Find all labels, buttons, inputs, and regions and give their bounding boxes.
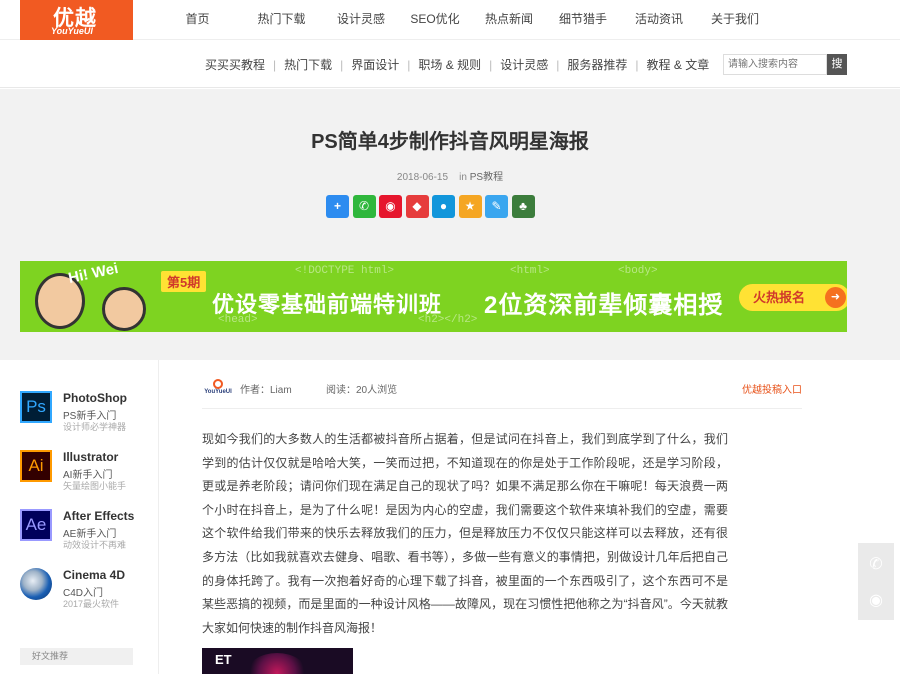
article-meta: 2018-06-15 in PS教程 — [0, 168, 900, 183]
floating-share-bar: ✆ ◉ — [858, 543, 894, 620]
site-logo[interactable]: 优越 YouYueUI — [20, 0, 133, 40]
article-body: 现如今我们的大多数人的生活都被抖音所占据着，但是试问在抖音上，我们到底学到了什么… — [202, 432, 728, 635]
code-tag: <html> — [510, 265, 550, 277]
search-input[interactable] — [723, 54, 827, 75]
category-nav: 买买买教程 | 热门下载 | 界面设计 | 职场 & 规则 | 设计灵感 | 服务器推荐 |… — [200, 56, 709, 73]
top-navbar: 优越 YouYueUI 首页 热门下载 设计灵感 SEO优化 热点新闻 细节猎手… — [0, 0, 900, 40]
search-button[interactable]: 搜 — [827, 54, 847, 75]
author-avatar: YouYueUI — [204, 377, 232, 399]
article-info-row: YouYueUI 作者：Liam 阅读：20人浏览 优越投稿入口 — [202, 376, 802, 409]
banner-period-badge: 第5期 — [161, 271, 207, 292]
evernote-icon[interactable]: ♣ — [511, 195, 535, 218]
app-desc: 动效设计不再难 — [63, 540, 127, 550]
nav-events[interactable]: 活动资讯 — [626, 0, 692, 40]
nav-about[interactable]: 关于我们 — [702, 0, 768, 40]
app-name: After Effects — [63, 509, 135, 523]
nav-hot-news[interactable]: 热点新闻 — [476, 0, 542, 40]
divider: | — [489, 57, 493, 72]
wechat-icon[interactable]: ✆ — [352, 195, 376, 218]
sidebar-item-photoshop[interactable]: Ps PhotoShop PS新手入门 设计师必学神器 — [20, 391, 155, 432]
subnav-design-inspiration[interactable]: 设计灵感 — [500, 56, 548, 73]
sidebar-item-after-effects[interactable]: Ae After Effects AE新手入门 动效设计不再难 — [20, 509, 155, 550]
category-prefix: in — [459, 172, 467, 183]
banner-cta-button[interactable]: 火热报名 ➜ — [739, 284, 847, 311]
sidebar-item-illustrator[interactable]: Ai Illustrator AI新手入门 矢量绘图小能手 — [20, 450, 155, 491]
nav-design-inspiration[interactable]: 设计灵感 — [328, 0, 394, 40]
nav-hot-download[interactable]: 热门下载 — [243, 0, 320, 40]
avatar-ring — [213, 379, 223, 389]
weibo-icon[interactable]: ◉ — [379, 195, 402, 218]
subnav-ui-design[interactable]: 界面设计 — [351, 56, 399, 73]
app-name: Illustrator — [63, 450, 119, 464]
avatar-label: YouYueUI — [204, 389, 232, 395]
app-desc: 2017最火软件 — [63, 599, 120, 609]
pencil-icon[interactable]: ✎ — [485, 195, 508, 218]
sub-navbar: 买买买教程 | 热门下载 | 界面设计 | 职场 & 规则 | 设计灵感 | 服务器推荐 |… — [0, 41, 900, 88]
banner-tagline: 2位资深前辈倾囊相授 — [484, 292, 724, 319]
cartoon-man-illustration — [102, 287, 146, 331]
poster-glow — [247, 653, 307, 674]
page-title: PS简单4步制作抖音风明星海报 — [311, 131, 589, 153]
photoshop-icon: Ps — [20, 391, 52, 423]
qq-icon[interactable]: ● — [432, 195, 455, 218]
divider: | — [407, 57, 411, 72]
subnav-tutorials-articles[interactable]: 教程 & 文章 — [647, 56, 710, 73]
divider: | — [340, 57, 344, 72]
logo-text-en: YouYueUI — [51, 26, 93, 36]
code-tag: <body> — [618, 265, 658, 277]
after-effects-icon: Ae — [20, 509, 52, 541]
subnav-hot-download[interactable]: 热门下载 — [284, 56, 332, 73]
subnav-workplace-rules[interactable]: 职场 & 规则 — [418, 56, 481, 73]
divider: | — [273, 57, 277, 72]
app-name: PhotoShop — [63, 391, 127, 405]
nav-seo[interactable]: SEO优化 — [402, 0, 468, 40]
qzone-icon[interactable]: ★ — [458, 195, 482, 218]
divider: | — [635, 57, 639, 72]
divider: | — [556, 57, 560, 72]
arrow-right-icon: ➜ — [825, 287, 846, 308]
code-tag: <!DOCTYPE html> — [295, 265, 395, 277]
wechat-icon[interactable]: ✆ — [858, 547, 894, 583]
banner-greeting: Hi! Wei — [66, 261, 120, 288]
nav-home[interactable]: 首页 — [170, 0, 225, 40]
article-category-link[interactable]: PS教程 — [470, 172, 503, 183]
share-bar: + ✆ ◉ ◆ ● ★ ✎ ♣ — [326, 195, 538, 218]
app-name: Cinema 4D — [63, 568, 126, 582]
article-author: 作者：Liam — [240, 385, 292, 396]
poster-text: ET — [215, 652, 232, 667]
article-date: 2018-06-15 — [396, 172, 449, 183]
article-image: ET — [202, 648, 353, 674]
more-share-icon[interactable]: + — [326, 195, 349, 218]
article-read-count: 阅读：20人浏览 — [326, 385, 398, 396]
netease-icon[interactable]: ◆ — [405, 195, 429, 218]
course-ad-banner[interactable]: <!DOCTYPE html> <html> <body> <head> <h2… — [20, 261, 847, 332]
app-desc: 矢量绘图小能手 — [63, 481, 127, 491]
nav-detail-hunter[interactable]: 细节猎手 — [550, 0, 616, 40]
subnav-buy-tutorials[interactable]: 买买买教程 — [205, 56, 265, 73]
search-box: 搜 — [723, 54, 847, 75]
weibo-icon[interactable]: ◉ — [858, 583, 894, 619]
submit-article-link[interactable]: 优越投稿入口 — [742, 381, 802, 396]
illustrator-icon: Ai — [20, 450, 52, 482]
app-desc: 设计师必学神器 — [63, 422, 127, 432]
banner-headline: 优设零基础前端特训班 — [212, 292, 443, 317]
sidebar-section-title: 好文推荐 — [20, 648, 133, 665]
subnav-server-recommend[interactable]: 服务器推荐 — [567, 56, 627, 73]
cta-label: 火热报名 — [753, 290, 806, 305]
sidebar-item-cinema-4d[interactable]: Cinema 4D C4D入门 2017最火软件 — [20, 568, 155, 609]
cinema4d-icon — [20, 568, 52, 600]
main-nav: 首页 热门下载 设计灵感 SEO优化 热点新闻 细节猎手 活动资讯 关于我们 — [170, 0, 768, 40]
